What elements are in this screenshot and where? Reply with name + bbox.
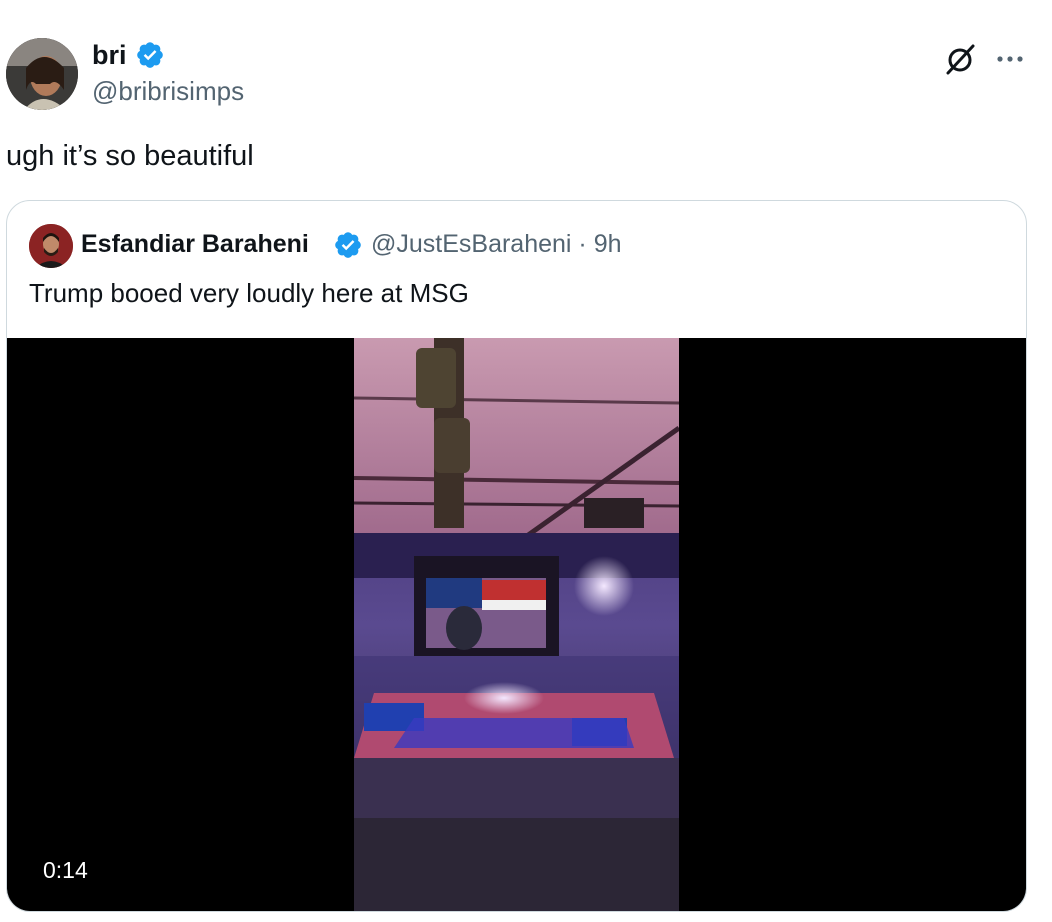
author-name[interactable]: bri	[92, 40, 127, 71]
quoted-author-avatar[interactable]	[29, 224, 73, 268]
quoted-tweet-text: Trump booed very loudly here at MSG	[29, 278, 469, 308]
quoted-handle-time[interactable]: @JustEsBaraheni · 9h	[371, 230, 622, 259]
verified-badge-icon	[137, 42, 163, 68]
more-icon[interactable]	[996, 54, 1024, 64]
quoted-tweet-card[interactable]: Esfandiar Baraheni @JustEsBaraheni · 9h …	[6, 200, 1027, 912]
author-avatar[interactable]	[6, 38, 78, 110]
grok-icon[interactable]	[944, 42, 978, 76]
tweet-text: ugh it’s so beautiful	[6, 140, 254, 172]
author-handle[interactable]: @bribrisimps	[92, 76, 244, 107]
video-duration: 0:14	[43, 857, 88, 883]
video-thumbnail	[354, 338, 679, 911]
video-player[interactable]: 0:14	[7, 338, 1026, 911]
verified-badge-icon	[335, 232, 361, 258]
quoted-author-name[interactable]: Esfandiar Baraheni	[81, 230, 309, 259]
